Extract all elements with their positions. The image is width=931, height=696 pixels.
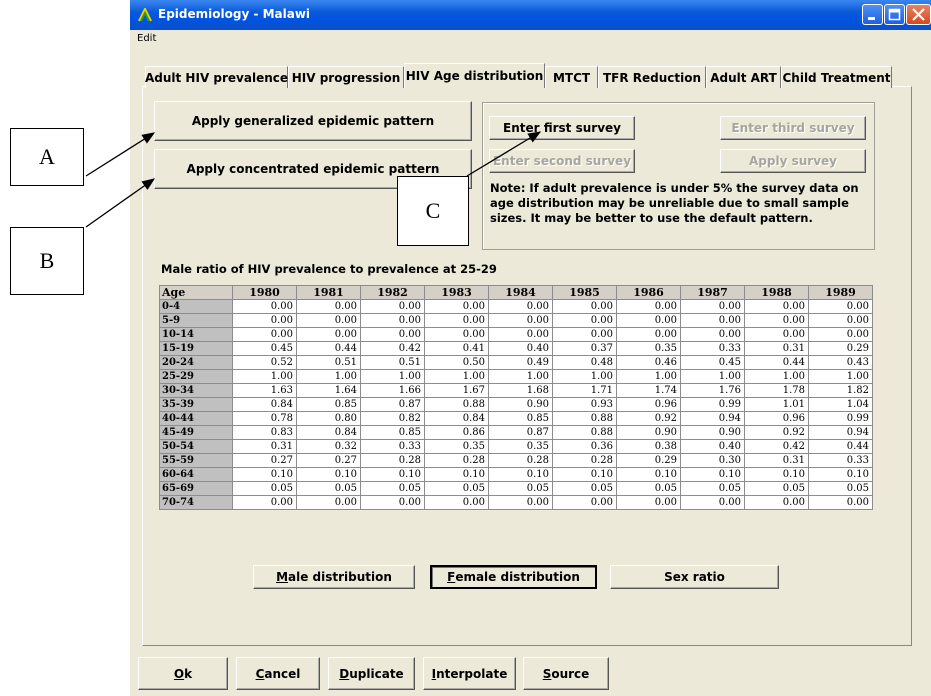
callout-label-b: B xyxy=(10,227,84,295)
arrow-c xyxy=(466,131,542,177)
callout-label-a: A xyxy=(10,128,84,186)
callout-arrows xyxy=(85,131,542,228)
arrow-b xyxy=(85,178,156,228)
arrow-a xyxy=(85,132,156,177)
callout-label-c: C xyxy=(397,176,469,246)
